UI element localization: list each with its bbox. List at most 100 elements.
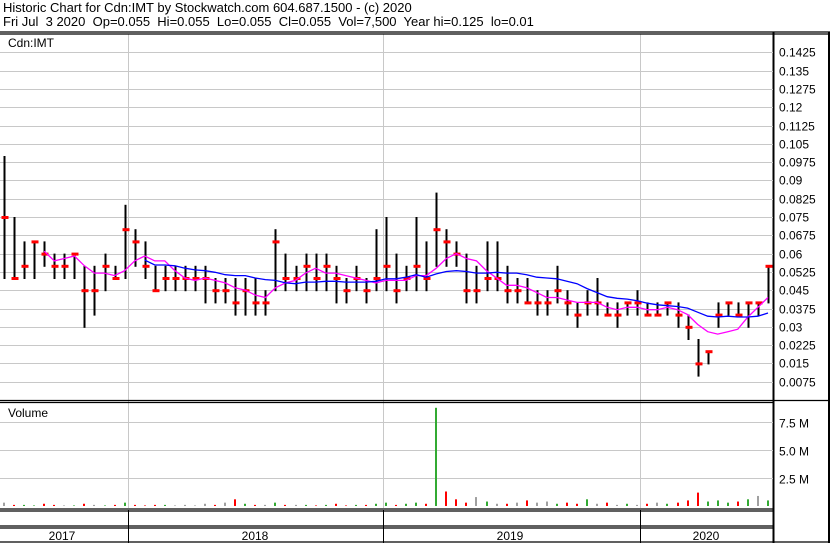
close-tick: [91, 289, 99, 293]
volume-bar: [727, 502, 729, 506]
volume-bar: [506, 503, 508, 506]
volume-bar: [626, 503, 628, 506]
y-tick-label: 0.135: [779, 65, 809, 79]
close-tick: [282, 277, 290, 280]
volume-bar: [415, 502, 417, 506]
close-tick: [654, 313, 662, 317]
close-tick: [675, 313, 683, 317]
y-tick-label: 0.1275: [779, 83, 816, 97]
volume-bar: [43, 503, 45, 506]
volume-bar: [164, 504, 166, 506]
close-tick: [514, 289, 522, 293]
y-tick-label: 0.0075: [779, 376, 816, 390]
symbol-label: Cdn:IMT: [8, 36, 55, 50]
volume-bar: [194, 505, 196, 506]
volume-bar: [104, 505, 106, 506]
volume-bar: [666, 503, 668, 506]
y-tick-label: 0.06: [779, 248, 803, 262]
volume-bar: [295, 504, 297, 506]
volume-bar: [435, 407, 437, 506]
volume-bar: [124, 502, 126, 506]
close-tick: [383, 264, 391, 268]
y-tick-label: 0.1125: [779, 120, 815, 134]
y-tick-label: 0.075: [779, 211, 809, 225]
close-tick: [644, 313, 652, 317]
volume-bar: [707, 501, 709, 506]
volume-bar: [677, 502, 679, 506]
x-year-label: 2018: [242, 529, 269, 543]
close-tick: [122, 228, 130, 232]
volume-bar: [496, 503, 498, 506]
volume-bar: [144, 505, 146, 506]
close-tick: [142, 264, 150, 268]
volume-bar: [73, 505, 75, 506]
close-tick: [112, 277, 120, 280]
volume-bar: [23, 504, 25, 506]
volume-bar: [536, 502, 538, 506]
close-tick: [735, 313, 743, 317]
volume-tick-label: 5.0 M: [779, 445, 809, 459]
y-tick-label: 0.12: [779, 101, 803, 115]
volume-bar: [204, 503, 206, 506]
close-tick: [152, 289, 160, 293]
volume-panel: 7.5 M 5.0 M 2.5 M: [0, 407, 809, 506]
close-tick: [554, 289, 562, 293]
close-tick: [705, 350, 713, 354]
volume-tick-label: 2.5 M: [779, 473, 809, 487]
volume-bar: [375, 503, 377, 506]
volume-bar: [33, 505, 35, 506]
y-tick-label: 0.0225: [779, 339, 816, 353]
y-tick-label: 0.0375: [779, 303, 816, 317]
close-tick: [664, 301, 672, 305]
chart-frame: 2017 2018 2019 2020: [0, 31, 830, 543]
close-tick: [262, 301, 270, 305]
y-tick-label: 0.0825: [779, 193, 816, 207]
x-year-label: 2019: [497, 529, 524, 543]
volume-bar: [636, 504, 638, 506]
volume-bar: [425, 503, 427, 506]
volume-bar: [365, 504, 367, 506]
close-tick: [272, 240, 280, 244]
volume-bar: [53, 504, 55, 506]
y-tick-label: 0.1425: [779, 46, 816, 60]
volume-bar: [606, 502, 608, 506]
volume-bar: [757, 495, 759, 506]
close-tick: [614, 313, 622, 317]
close-tick: [524, 301, 532, 305]
volume-bar: [596, 503, 598, 506]
volume-bar: [154, 504, 156, 506]
volume-bar: [576, 503, 578, 506]
close-tick: [51, 264, 59, 268]
close-tick: [31, 240, 39, 244]
volume-bar: [526, 500, 528, 506]
volume-bar: [355, 504, 357, 506]
volume-bar: [174, 505, 176, 506]
close-tick: [232, 301, 240, 305]
close-tick: [544, 301, 552, 305]
close-tick: [333, 277, 341, 280]
close-tick: [534, 301, 542, 305]
volume-bar: [616, 504, 618, 506]
y-tick-label: 0.045: [779, 284, 809, 298]
close-tick: [252, 301, 260, 305]
volume-bar: [224, 502, 226, 506]
close-tick: [695, 362, 703, 366]
volume-bar: [556, 503, 558, 506]
volume-bar: [455, 499, 457, 506]
volume-bar: [516, 502, 518, 506]
close-tick: [624, 301, 632, 305]
volume-bar: [395, 504, 397, 506]
close-tick: [745, 301, 753, 305]
volume-bar: [325, 504, 327, 506]
volume-bar: [234, 499, 236, 506]
volume-bar: [646, 503, 648, 506]
close-tick: [162, 277, 170, 280]
close-tick: [343, 289, 351, 293]
volume-bar: [114, 504, 116, 506]
volume-bar: [445, 491, 447, 506]
y-tick-label: 0.0675: [779, 229, 816, 243]
volume-bar: [465, 502, 467, 506]
volume-bar: [566, 502, 568, 506]
close-tick: [413, 264, 421, 268]
y-tick-label: 0.105: [779, 138, 809, 152]
